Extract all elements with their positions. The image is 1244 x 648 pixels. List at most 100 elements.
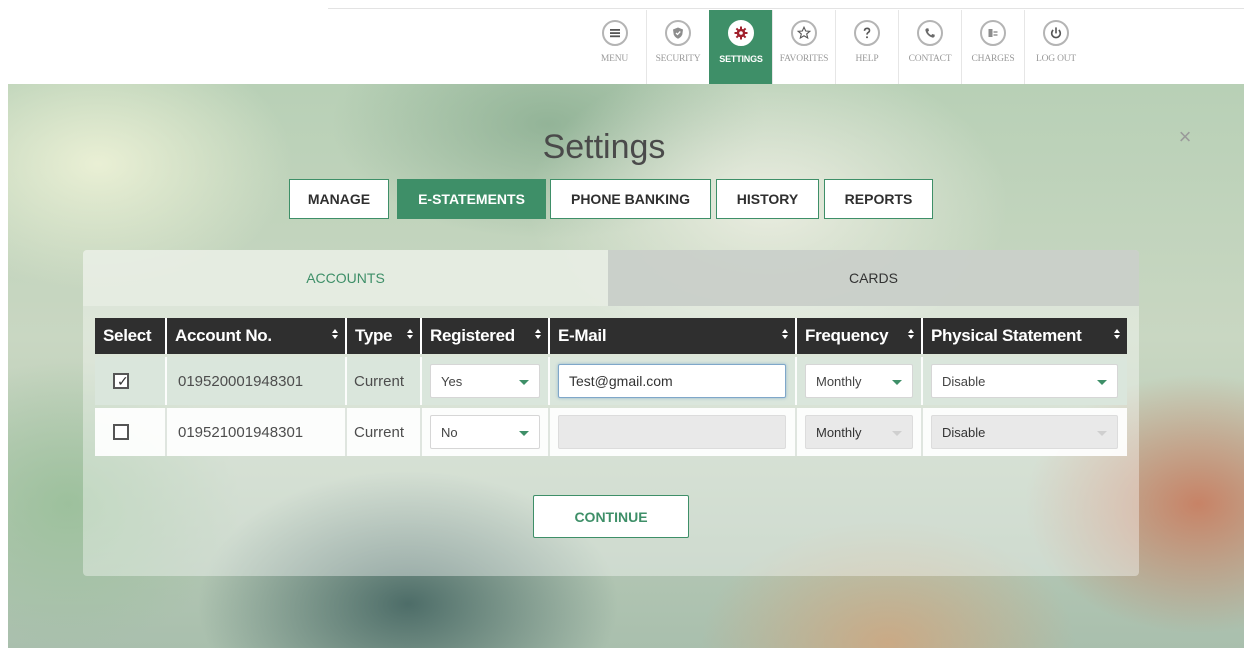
- row-divider: [420, 408, 422, 456]
- chevron-down-icon: [519, 380, 529, 385]
- header-label: Registered: [430, 326, 515, 345]
- nav-label-logout: LOG OUT: [1035, 54, 1077, 64]
- sort-icon: [407, 329, 413, 343]
- chevron-down-icon: [892, 380, 902, 385]
- chevron-down-icon: [519, 431, 529, 436]
- gear-icon: [728, 20, 754, 46]
- sort-icon: [782, 329, 788, 343]
- menu-icon: [601, 20, 628, 46]
- main-nav: MENU SECURITY SETTINGS FAVORITES HELP CO…: [583, 10, 1087, 84]
- column-header-type[interactable]: Type: [347, 318, 420, 354]
- table-row: 019521001948301 Current No Monthly Disab…: [95, 408, 1127, 456]
- account-type: Current: [354, 423, 405, 441]
- column-header-frequency[interactable]: Frequency: [797, 318, 921, 354]
- account-type: Current: [354, 372, 405, 390]
- row-divider: [165, 357, 167, 405]
- power-icon: [1043, 20, 1069, 46]
- tab-history[interactable]: HISTORY: [716, 179, 819, 219]
- tab-reports[interactable]: REPORTS: [824, 179, 933, 219]
- nav-label-contact: CONTACT: [908, 54, 952, 64]
- star-icon: [791, 20, 817, 46]
- physical-statement-select: Disable: [931, 415, 1118, 449]
- nav-item-settings[interactable]: SETTINGS: [709, 10, 772, 84]
- select-value: Disable: [942, 373, 986, 389]
- column-header-physical-statement[interactable]: Physical Statement: [923, 318, 1127, 354]
- registered-select[interactable]: Yes: [430, 364, 540, 398]
- shield-icon: [665, 20, 691, 46]
- row-divider: [548, 408, 550, 456]
- tab-phone-banking[interactable]: PHONE BANKING: [550, 179, 711, 219]
- select-value: Disable: [942, 424, 986, 440]
- nav-item-menu[interactable]: MENU: [583, 10, 646, 84]
- select-value: Yes: [441, 373, 463, 389]
- checkmark-icon: ✓: [117, 373, 129, 389]
- column-header-select: Select: [95, 318, 165, 354]
- nav-label-security: SECURITY: [655, 54, 701, 64]
- frequency-select: Monthly: [805, 415, 913, 449]
- nav-item-contact[interactable]: CONTACT: [898, 10, 961, 84]
- sort-icon: [1114, 329, 1120, 343]
- column-header-email[interactable]: E-Mail: [550, 318, 795, 354]
- account-number: 019520001948301: [178, 372, 304, 390]
- row-divider: [921, 408, 923, 456]
- nav-label-charges: CHARGES: [971, 54, 1015, 64]
- sort-icon: [535, 329, 541, 343]
- header-label: E-Mail: [558, 326, 607, 345]
- nav-item-help[interactable]: HELP: [835, 10, 898, 84]
- page-title: Settings: [542, 128, 666, 166]
- sort-icon: [908, 329, 914, 343]
- row-divider: [548, 357, 550, 405]
- email-field[interactable]: Test@gmail.com: [558, 364, 786, 398]
- nav-label-settings: SETTINGS: [719, 54, 763, 64]
- header-label: Account No.: [175, 326, 272, 345]
- chevron-down-icon: [1097, 380, 1107, 385]
- select-value: Monthly: [816, 373, 862, 389]
- nav-label-favorites: FAVORITES: [779, 54, 829, 64]
- select-value: No: [441, 424, 458, 440]
- row-divider: [345, 408, 347, 456]
- subtab-cards[interactable]: CARDS: [608, 250, 1139, 306]
- row-divider: [921, 357, 923, 405]
- phone-icon: [917, 20, 943, 46]
- question-icon: [854, 20, 880, 46]
- header-label: Frequency: [805, 326, 889, 345]
- topbar-divider: [328, 8, 1244, 9]
- select-cell: ✓: [113, 357, 153, 405]
- tab-manage[interactable]: MANAGE: [289, 179, 389, 219]
- nav-item-charges[interactable]: CHARGES: [961, 10, 1024, 84]
- column-header-account-no[interactable]: Account No.: [167, 318, 345, 354]
- select-checkbox[interactable]: [113, 424, 129, 440]
- frequency-select[interactable]: Monthly: [805, 364, 913, 398]
- subtab-accounts[interactable]: ACCOUNTS: [83, 250, 608, 306]
- close-icon[interactable]: ×: [1174, 124, 1196, 152]
- nav-item-favorites[interactable]: FAVORITES: [772, 10, 835, 84]
- header-label: Type: [355, 326, 393, 345]
- select-checkbox[interactable]: ✓: [113, 373, 129, 389]
- row-divider: [795, 357, 797, 405]
- continue-button[interactable]: CONTINUE: [533, 495, 689, 538]
- row-divider: [165, 408, 167, 456]
- column-header-registered[interactable]: Registered: [422, 318, 548, 354]
- physical-statement-select[interactable]: Disable: [931, 364, 1118, 398]
- top-navigation-bar: MENU SECURITY SETTINGS FAVORITES HELP CO…: [0, 0, 1244, 84]
- registered-select[interactable]: No: [430, 415, 540, 449]
- email-field: [558, 415, 786, 449]
- select-value: Monthly: [816, 424, 862, 440]
- row-divider: [795, 408, 797, 456]
- header-label: Physical Statement: [931, 326, 1082, 345]
- select-cell: [113, 408, 153, 456]
- nav-item-logout[interactable]: LOG OUT: [1024, 10, 1087, 84]
- chevron-down-icon: [892, 431, 902, 436]
- nav-item-security[interactable]: SECURITY: [646, 10, 709, 84]
- row-divider: [420, 357, 422, 405]
- header-label: Select: [103, 326, 152, 345]
- row-divider: [345, 357, 347, 405]
- charges-icon: [980, 20, 1006, 46]
- nav-label-help: HELP: [855, 54, 879, 64]
- sort-icon: [332, 329, 338, 343]
- account-number: 019521001948301: [178, 423, 304, 441]
- table-row: ✓ 019520001948301 Current Yes Test@gmail…: [95, 357, 1127, 405]
- nav-label-menu: MENU: [600, 54, 629, 64]
- chevron-down-icon: [1097, 431, 1107, 436]
- tab-e-statements[interactable]: E-STATEMENTS: [397, 179, 546, 219]
